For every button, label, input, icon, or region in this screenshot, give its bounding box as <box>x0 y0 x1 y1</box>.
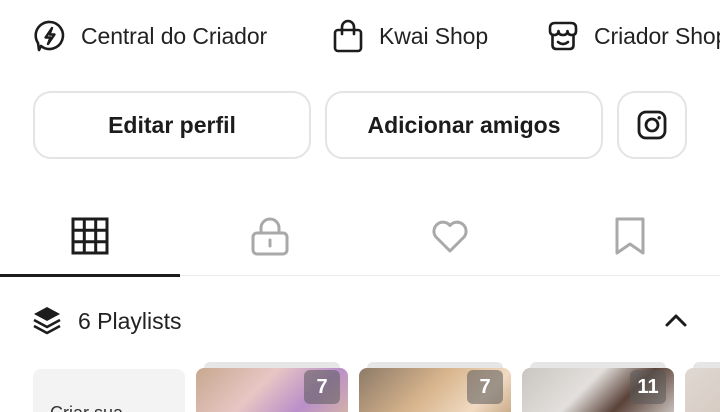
playlist-carousel: Criar sua 7 7 11 <box>0 362 720 412</box>
shortcut-creator-shop[interactable]: Criador Shop <box>546 14 720 58</box>
playlist-thumbnail <box>685 368 720 412</box>
shortcut-label: Kwai Shop <box>379 22 489 49</box>
instagram-button[interactable] <box>617 91 687 159</box>
add-friends-button[interactable]: Adicionar amigos <box>325 91 603 159</box>
layers-icon <box>33 307 61 335</box>
chevron-up-icon[interactable] <box>662 306 690 334</box>
tab-liked[interactable] <box>360 196 540 276</box>
tab-private[interactable] <box>180 196 360 276</box>
bookmark-icon <box>615 217 645 255</box>
shortcut-creator-center[interactable]: Central do Criador <box>33 14 267 58</box>
grid-icon <box>71 217 109 255</box>
playlist-card[interactable]: 7 <box>196 362 348 412</box>
playlist-count-badge: 11 <box>630 370 666 404</box>
creator-shortcuts-row: Central do Criador Kwai Shop Criador Sho… <box>0 0 720 72</box>
instagram-icon <box>637 110 667 140</box>
tab-saved[interactable] <box>540 196 720 276</box>
heart-icon <box>432 220 468 253</box>
playlist-card[interactable]: 7 <box>359 362 511 412</box>
create-playlist-card[interactable]: Criar sua <box>33 369 185 412</box>
playlist-card[interactable]: 11 <box>522 362 674 412</box>
lock-icon <box>251 217 289 256</box>
lightning-bolt-icon <box>34 20 65 52</box>
tab-posts[interactable] <box>0 196 180 277</box>
shortcut-label: Central do Criador <box>81 22 268 49</box>
create-playlist-label: Criar sua <box>50 403 123 412</box>
shortcut-kwai-shop[interactable]: Kwai Shop <box>331 14 488 58</box>
storefront-icon <box>548 21 578 51</box>
playlists-title: 6 Playlists <box>78 308 182 334</box>
shopping-bag-icon <box>333 19 363 53</box>
profile-content-tabs <box>0 196 720 277</box>
playlist-count-badge: 7 <box>467 370 503 404</box>
playlists-header[interactable]: 6 Playlists <box>0 294 720 350</box>
shortcut-label: Criador Shop <box>594 22 720 49</box>
tab-selected-indicator <box>0 274 180 277</box>
edit-profile-button[interactable]: Editar perfil <box>33 91 311 159</box>
playlist-card[interactable] <box>685 362 720 412</box>
playlist-count-badge: 7 <box>304 370 340 404</box>
